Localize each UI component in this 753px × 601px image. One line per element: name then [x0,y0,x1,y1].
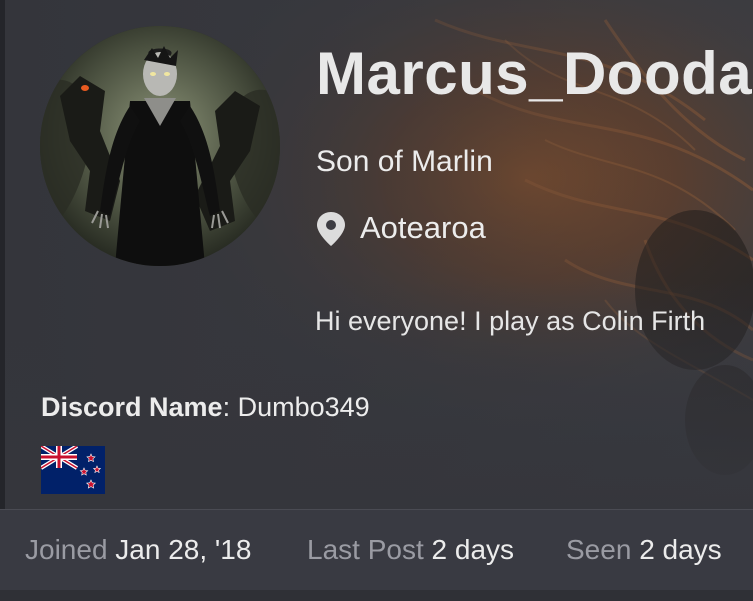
new-zealand-flag-icon [41,446,105,494]
stat-joined: Joined Jan 28, '18 [25,534,251,566]
user-profile-card: Marcus_Doodal Son of Marlin Aotearoa Hi … [0,0,753,601]
location-text: Aotearoa [360,210,486,245]
discord-label: Discord Name [41,392,223,422]
joined-value: Jan 28, '18 [115,534,252,565]
last-post-label: Last Post [307,534,424,565]
joined-label: Joined [25,534,108,565]
profile-stats-bar: Joined Jan 28, '18 Last Post 2 days Seen… [0,509,753,590]
discord-separator: : [222,392,231,422]
map-pin-icon [317,212,345,246]
footer-strip [0,590,753,601]
user-title: Son of Marlin [316,145,493,178]
seen-value: 2 days [639,534,722,565]
user-location: Aotearoa [316,208,486,248]
username-heading: Marcus_Doodal [316,40,753,107]
seen-label: Seen [566,534,632,565]
discord-value: Dumbo349 [230,392,370,422]
discord-field: Discord Name: Dumbo349 [41,392,370,423]
profile-banner: Marcus_Doodal Son of Marlin Aotearoa Hi … [5,0,753,509]
stat-last-post: Last Post 2 days [307,534,514,566]
user-bio: Hi everyone! I play as Colin Firth [315,306,706,336]
avatar-image [40,26,280,266]
user-avatar[interactable] [40,26,280,266]
stat-seen: Seen 2 days [566,534,722,566]
last-post-value: 2 days [431,534,515,565]
